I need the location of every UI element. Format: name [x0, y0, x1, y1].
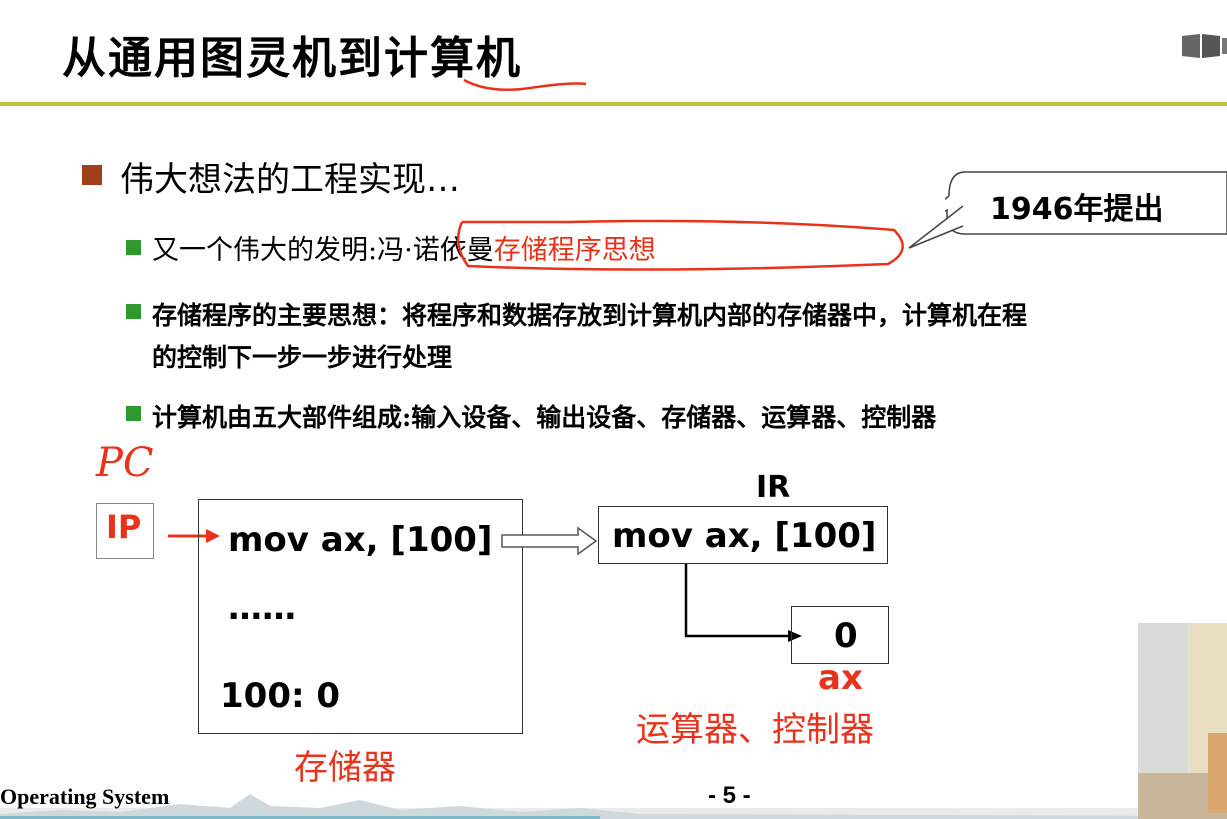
- handwritten-pc: PC: [96, 440, 154, 486]
- fetch-arrow-icon: [501, 526, 598, 556]
- sub-bullet-icon: [126, 304, 141, 319]
- title-underline-annotation: [463, 78, 587, 92]
- sub-bullet-icon: [126, 406, 141, 421]
- ip-label: IP: [106, 508, 142, 546]
- memory-label: 存储器: [294, 748, 396, 788]
- ir-label: IR: [756, 470, 791, 505]
- presenter-video-thumbnail: [1138, 623, 1227, 819]
- handwritten-circle-annotation: [456, 219, 904, 271]
- callout-pointer: [908, 205, 964, 249]
- bullet-square-icon: [82, 165, 102, 185]
- callout-text: 1946年提出: [990, 192, 1164, 227]
- sub-bullet-2-line2: 的控制下一步一步进行处理: [152, 343, 453, 372]
- logo-icon: [1182, 34, 1227, 58]
- course-name: Operating System: [0, 784, 170, 809]
- ax-label: ax: [818, 658, 863, 698]
- ax-value: 0: [834, 616, 858, 656]
- sub-bullet-icon: [126, 240, 141, 255]
- bullet-heading: 伟大想法的工程实现…: [120, 160, 460, 200]
- page-number: - 5 -: [708, 782, 751, 809]
- memory-line-2: ……: [228, 588, 296, 628]
- bottom-waveform-bar: [0, 794, 1227, 819]
- sub-bullet-2-line1: 存储程序的主要思想：将程序和数据存放到计算机内部的存储器中，计算机在程: [152, 301, 1028, 330]
- alu-control-label: 运算器、控制器: [636, 710, 874, 750]
- memory-line-3: 100: 0: [220, 676, 341, 716]
- slide-title: 从通用图灵机到计算机: [62, 33, 522, 84]
- ir-content: mov ax, [100]: [612, 516, 877, 556]
- title-divider: [0, 102, 1227, 106]
- memory-line-1: mov ax, [100]: [228, 520, 493, 560]
- sub1-prefix: 又一个伟大的发明:: [152, 235, 378, 266]
- sub-bullet-3: 计算机由五大部件组成:输入设备、输出设备、存储器、运算器、控制器: [152, 403, 937, 432]
